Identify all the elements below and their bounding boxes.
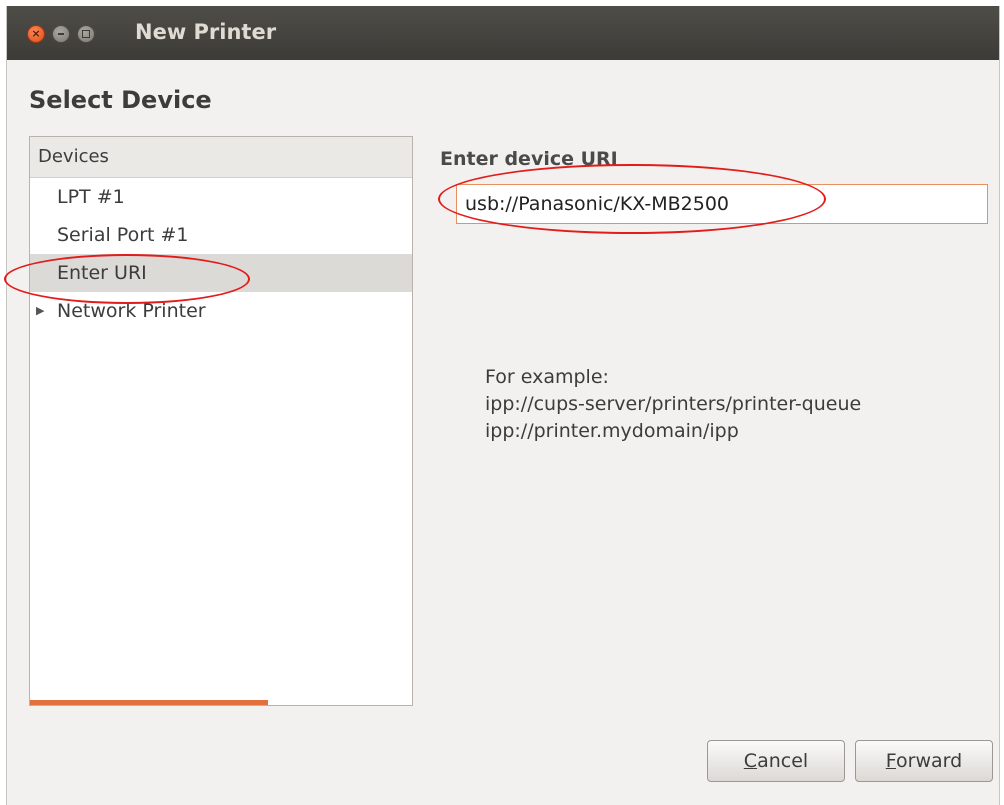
device-item-label: Enter URI: [57, 262, 147, 284]
new-printer-window: × New Printer Select Device Devices LPT …: [6, 6, 1000, 805]
horizontal-scrollbar[interactable]: [30, 700, 268, 705]
window-title: New Printer: [135, 20, 277, 44]
example-line: ipp://printer.mydomain/ipp: [485, 420, 739, 442]
device-item-label: Network Printer: [57, 300, 206, 322]
button-label: ancel: [757, 750, 809, 772]
cancel-button[interactable]: Cancel: [707, 740, 845, 782]
button-label: orward: [896, 750, 963, 772]
uri-example-text: For example: ipp://cups-server/printers/…: [485, 364, 861, 445]
maximize-window-icon[interactable]: [77, 25, 95, 43]
devices-column-header[interactable]: Devices: [30, 137, 412, 178]
example-line: For example:: [485, 366, 609, 388]
minimize-window-icon[interactable]: [52, 25, 70, 43]
device-item-serial-port1[interactable]: Serial Port #1: [30, 216, 412, 254]
expand-arrow-icon[interactable]: ▶: [36, 292, 44, 330]
title-bar[interactable]: × New Printer: [7, 6, 999, 60]
page-title: Select Device: [29, 86, 212, 114]
device-uri-input[interactable]: [456, 184, 988, 224]
device-item-lpt1[interactable]: LPT #1: [30, 178, 412, 216]
device-item-enter-uri[interactable]: Enter URI: [30, 254, 412, 292]
device-item-network-printer[interactable]: ▶ Network Printer: [30, 292, 412, 330]
mnemonic: F: [885, 750, 897, 772]
mnemonic: C: [743, 750, 758, 772]
devices-list[interactable]: Devices LPT #1 Serial Port #1 Enter URI …: [29, 136, 413, 706]
forward-button[interactable]: Forward: [855, 740, 993, 782]
close-window-icon[interactable]: ×: [27, 25, 45, 43]
example-line: ipp://cups-server/printers/printer-queue: [485, 393, 862, 415]
uri-heading: Enter device URI: [440, 148, 618, 170]
device-item-label: LPT #1: [57, 186, 125, 208]
device-item-label: Serial Port #1: [57, 224, 189, 246]
